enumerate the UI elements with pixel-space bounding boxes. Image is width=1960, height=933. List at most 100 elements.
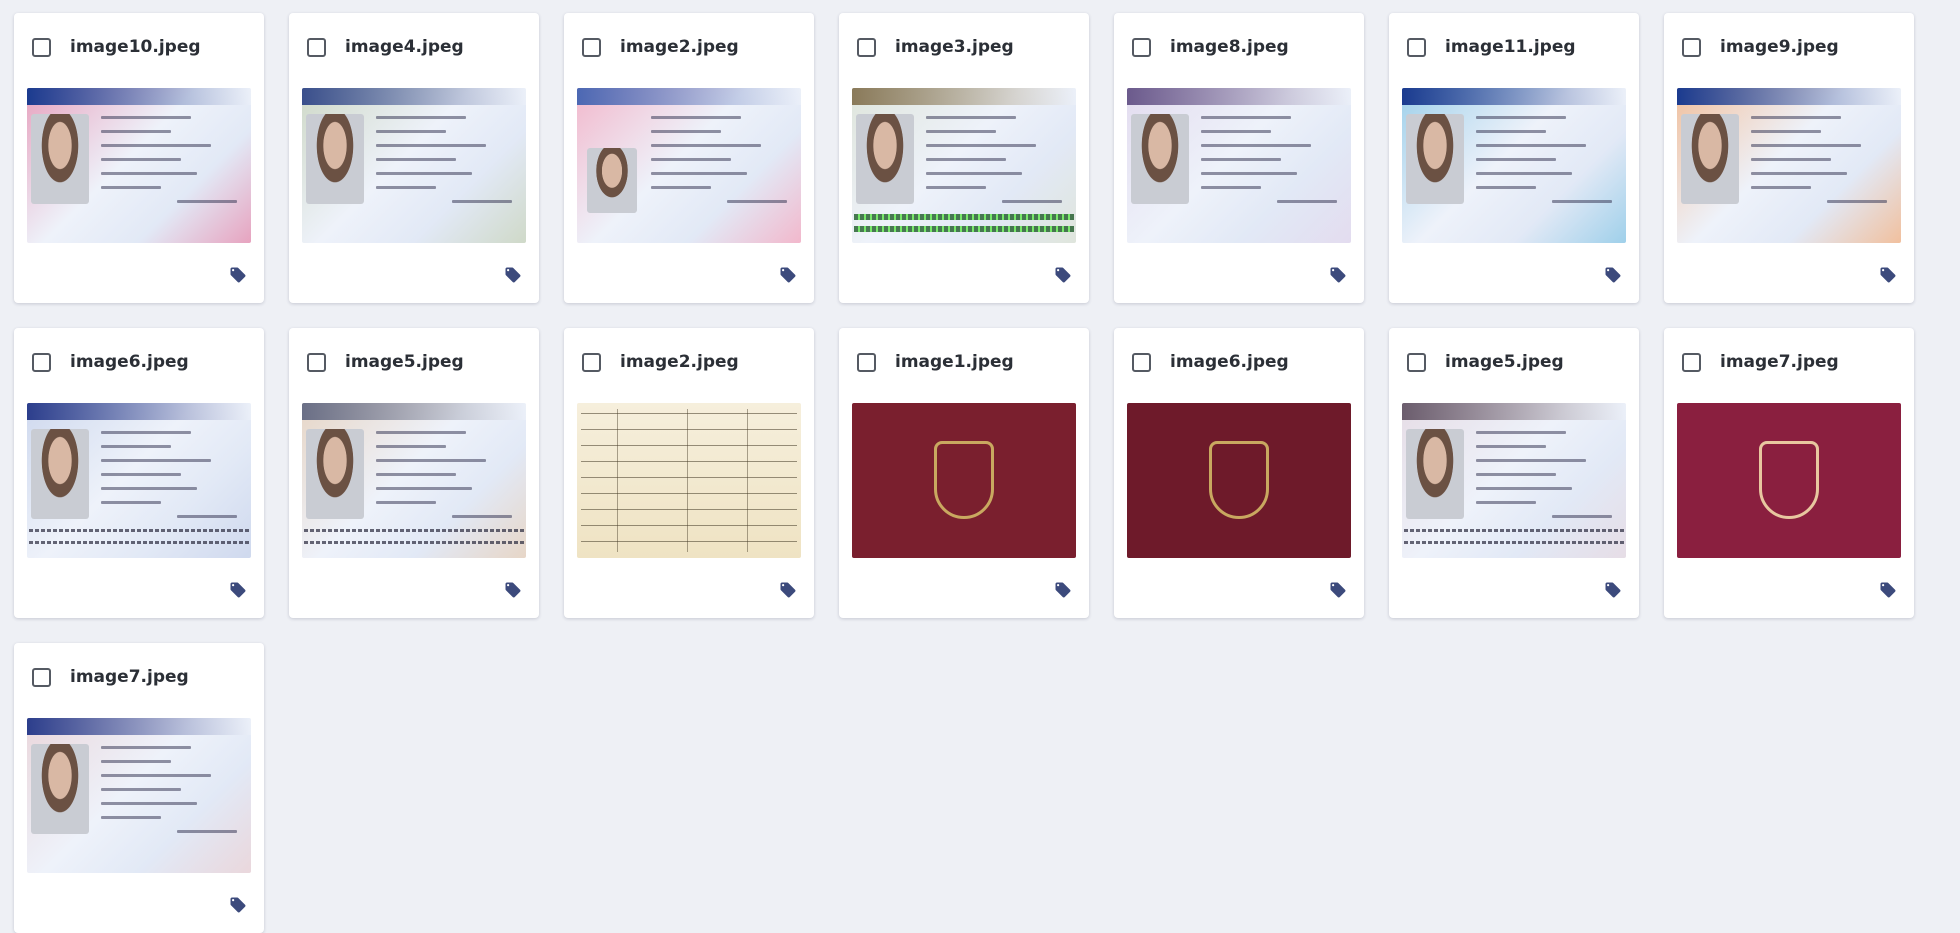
image-card[interactable]: image6.jpeg — [14, 328, 264, 618]
tag-icon[interactable] — [779, 266, 797, 284]
card-header: image5.jpeg — [1407, 349, 1629, 375]
image-card[interactable]: image11.jpeg — [1389, 13, 1639, 303]
card-header: image9.jpeg — [1682, 34, 1904, 60]
image-card[interactable]: image4.jpeg — [289, 13, 539, 303]
image-thumbnail[interactable] — [1402, 87, 1626, 243]
tag-icon[interactable] — [504, 266, 522, 284]
image-grid: image10.jpeg image4.jpeg image2.jpeg image3… — [14, 13, 1914, 933]
thumbnail-container — [576, 400, 802, 560]
select-checkbox[interactable] — [307, 352, 326, 372]
select-checkbox[interactable] — [582, 352, 601, 372]
text-field-line — [101, 815, 161, 819]
image-thumbnail[interactable] — [852, 87, 1076, 243]
select-checkbox[interactable] — [1682, 37, 1701, 57]
image-card[interactable]: image10.jpeg — [14, 13, 264, 303]
tag-icon[interactable] — [229, 896, 247, 914]
image-card[interactable]: image6.jpeg — [1114, 328, 1364, 618]
tag-icon[interactable] — [1604, 266, 1622, 284]
image-thumbnail[interactable] — [27, 717, 251, 873]
select-checkbox[interactable] — [32, 37, 51, 57]
tag-icon[interactable] — [504, 581, 522, 599]
portrait-photo — [856, 113, 914, 204]
image-card[interactable]: image5.jpeg — [289, 328, 539, 618]
image-card[interactable]: image2.jpeg — [564, 328, 814, 618]
tag-icon[interactable] — [1329, 266, 1347, 284]
file-name: image10.jpeg — [70, 37, 201, 57]
image-thumbnail[interactable] — [577, 87, 801, 243]
image-thumbnail[interactable] — [27, 402, 251, 558]
file-name: image3.jpeg — [895, 37, 1014, 57]
thumbnail-container — [301, 85, 527, 245]
select-checkbox[interactable] — [1407, 37, 1426, 57]
card-header: image5.jpeg — [307, 349, 529, 375]
portrait-photo — [31, 743, 89, 834]
text-field-line — [651, 157, 731, 161]
image-thumbnail[interactable] — [1127, 402, 1351, 558]
image-card[interactable]: image8.jpeg — [1114, 13, 1364, 303]
card-header: image2.jpeg — [582, 34, 804, 60]
form-line — [581, 476, 797, 478]
text-field-line — [101, 444, 171, 448]
header-band — [1677, 87, 1901, 105]
form-column-line — [747, 408, 748, 552]
image-thumbnail[interactable] — [302, 87, 526, 243]
select-checkbox[interactable] — [1132, 352, 1151, 372]
image-thumbnail[interactable] — [1677, 87, 1901, 243]
thumbnail-container — [851, 85, 1077, 245]
form-line — [581, 508, 797, 510]
text-field-line — [1002, 199, 1062, 203]
select-checkbox[interactable] — [1407, 352, 1426, 372]
select-checkbox[interactable] — [857, 37, 876, 57]
tag-icon[interactable] — [1054, 266, 1072, 284]
image-card[interactable]: image9.jpeg — [1664, 13, 1914, 303]
text-field-line — [1751, 185, 1811, 189]
image-card[interactable]: image7.jpeg — [14, 643, 264, 933]
select-checkbox[interactable] — [32, 352, 51, 372]
image-card[interactable]: image3.jpeg — [839, 13, 1089, 303]
form-line — [581, 492, 797, 494]
image-thumbnail[interactable] — [1402, 402, 1626, 558]
text-field-line — [1476, 171, 1572, 175]
tag-icon[interactable] — [1879, 266, 1897, 284]
card-header: image10.jpeg — [32, 34, 254, 60]
portrait-photo — [31, 113, 89, 204]
text-field-line — [1476, 458, 1586, 462]
image-thumbnail[interactable] — [27, 87, 251, 243]
text-field-line — [651, 115, 741, 119]
text-field-line — [101, 157, 181, 161]
image-thumbnail[interactable] — [852, 402, 1076, 558]
tag-icon[interactable] — [1879, 581, 1897, 599]
header-band — [1127, 87, 1351, 105]
tag-icon[interactable] — [229, 266, 247, 284]
select-checkbox[interactable] — [32, 667, 51, 687]
form-line — [581, 460, 797, 462]
image-card[interactable]: image5.jpeg — [1389, 328, 1639, 618]
image-thumbnail[interactable] — [577, 402, 801, 558]
select-checkbox[interactable] — [307, 37, 326, 57]
image-thumbnail[interactable] — [1677, 402, 1901, 558]
text-field-line — [376, 115, 466, 119]
image-thumbnail[interactable] — [302, 402, 526, 558]
select-checkbox[interactable] — [1132, 37, 1151, 57]
select-checkbox[interactable] — [857, 352, 876, 372]
image-card[interactable]: image7.jpeg — [1664, 328, 1914, 618]
image-thumbnail[interactable] — [1127, 87, 1351, 243]
form-line — [581, 412, 797, 414]
portrait-photo — [1406, 428, 1464, 519]
select-checkbox[interactable] — [582, 37, 601, 57]
header-band — [302, 402, 526, 420]
header-band — [302, 87, 526, 105]
text-field-line — [1476, 500, 1536, 504]
tag-icon[interactable] — [779, 581, 797, 599]
tag-icon[interactable] — [1054, 581, 1072, 599]
tag-icon[interactable] — [229, 581, 247, 599]
file-name: image6.jpeg — [1170, 352, 1289, 372]
file-name: image5.jpeg — [1445, 352, 1564, 372]
text-field-line — [651, 129, 721, 133]
tag-icon[interactable] — [1329, 581, 1347, 599]
image-card[interactable]: image2.jpeg — [564, 13, 814, 303]
image-card[interactable]: image1.jpeg — [839, 328, 1089, 618]
select-checkbox[interactable] — [1682, 352, 1701, 372]
header-band — [1402, 402, 1626, 420]
tag-icon[interactable] — [1604, 581, 1622, 599]
